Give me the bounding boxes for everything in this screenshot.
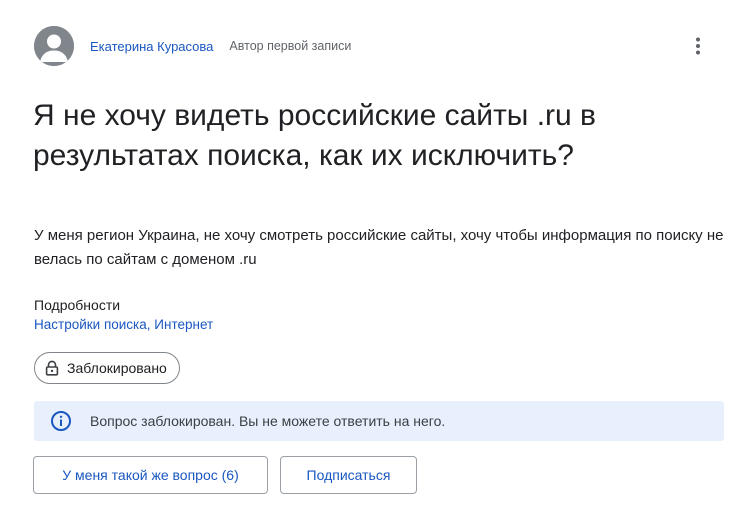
avatar[interactable] <box>34 26 74 66</box>
more-options-button[interactable] <box>686 34 710 58</box>
same-question-button[interactable]: У меня такой же вопрос (6) <box>33 456 268 494</box>
lock-icon <box>45 360 59 376</box>
locked-status-chip: Заблокировано <box>34 352 180 384</box>
locked-info-banner: Вопрос заблокирован. Вы не можете ответи… <box>34 401 724 441</box>
author-row: Екатерина Курасова Автор первой записи <box>34 26 724 66</box>
details-label: Подробности <box>34 297 121 313</box>
more-vert-icon <box>696 37 700 55</box>
author-role: Автор первой записи <box>229 39 352 53</box>
question-body: У меня регион Украина, не хочу смотреть … <box>34 227 724 268</box>
question-title: Я не хочу видеть российские сайты .ru в … <box>33 99 596 172</box>
details-link-search-settings[interactable]: Настройки поиска <box>34 317 147 332</box>
details-link-internet[interactable]: Интернет <box>154 317 213 332</box>
question-page: Екатерина Курасова Автор первой записи Я… <box>0 0 751 527</box>
details-links: Настройки поиска, Интернет <box>34 317 213 332</box>
person-avatar-icon <box>34 26 74 66</box>
author-name[interactable]: Екатерина Курасова <box>90 39 213 54</box>
info-banner-text: Вопрос заблокирован. Вы не можете ответи… <box>90 413 446 429</box>
info-icon <box>50 410 72 432</box>
locked-chip-label: Заблокировано <box>67 360 167 376</box>
subscribe-button[interactable]: Подписаться <box>280 456 417 494</box>
